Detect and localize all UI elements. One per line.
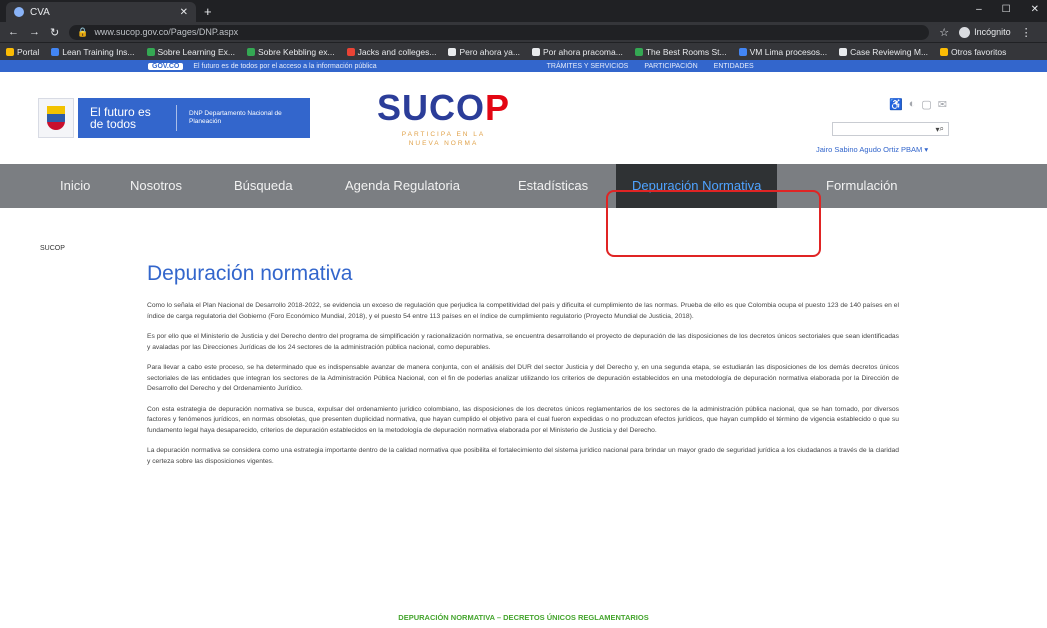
bookmark-favicon-icon [738, 47, 747, 56]
bookmark-item[interactable]: Lean Training Ins... [51, 47, 135, 57]
folder-icon [940, 47, 949, 56]
window-close-icon[interactable]: ✕ [1031, 4, 1039, 15]
back-icon[interactable]: ← [8, 26, 19, 38]
bookmark-item[interactable]: Pero ahora ya... [448, 47, 520, 57]
bookmark-item[interactable]: Por ahora pracoma... [531, 47, 623, 57]
maximize-icon[interactable]: ☐ [1002, 4, 1011, 15]
url-text: www.sucop.gov.co/Pages/DNP.aspx [94, 27, 239, 37]
nav-item-estadisticas[interactable]: Estadísticas [518, 164, 588, 208]
close-icon[interactable]: ✕ [180, 7, 188, 18]
nav-item-depuracion-normativa[interactable]: Depuración Normativa [616, 164, 778, 208]
nav-item-nosotros[interactable]: Nosotros [130, 164, 182, 208]
font-size-icon[interactable]: ▢ [921, 98, 931, 111]
dnp-banner[interactable]: El futuro es de todos DNP Departamento N… [78, 98, 310, 138]
contrast-icon[interactable]: ◐ [909, 98, 916, 111]
bookmark-item[interactable]: The Best Rooms St... [634, 47, 727, 57]
favicon-icon [14, 7, 24, 17]
window-controls: – ☐ ✕ [976, 4, 1039, 15]
paragraph: Para llevar a cabo este proceso, se ha d… [147, 364, 899, 392]
bookmark-item[interactable]: VM Lima procesos... [738, 47, 827, 57]
bookmark-item[interactable]: Jacks and colleges... [346, 47, 436, 57]
gov-link-entidades[interactable]: ENTIDADES [714, 63, 754, 70]
profile-button[interactable]: Incógnito [959, 26, 1011, 38]
page-title: Depuración normativa [147, 262, 353, 285]
gov-bar-text: El futuro es de todos por el acceso a la… [193, 62, 377, 70]
section-title: DEPURACIÓN NORMATIVA – DECRETOS ÚNICOS R… [398, 613, 649, 622]
accessibility-icon[interactable]: ♿ [889, 98, 903, 111]
breadcrumb[interactable]: SUCOP [40, 245, 65, 252]
tab-title: CVA [30, 6, 50, 18]
bookmark-item[interactable]: Portal [6, 47, 39, 57]
paragraph: La depuración normativa se considera com… [147, 447, 899, 465]
paragraph: Con esta estrategia de depuración normat… [147, 405, 899, 434]
bookmark-favicon-icon [634, 47, 643, 56]
search-icon[interactable]: ⌕ [940, 124, 944, 134]
menu-icon[interactable]: ⋮ [1021, 26, 1032, 39]
header-icons: ♿ ◐ ▢ ✉ [889, 98, 947, 111]
main-content: Depuración normativa Como lo señala el P… [147, 262, 899, 477]
nav-item-inicio[interactable]: Inicio [60, 164, 90, 208]
dnp-text: DNP Departamento Nacional de Planeación [189, 110, 282, 125]
bookmark-favicon-icon [346, 47, 355, 56]
search-input[interactable]: ▾ ⌕ [832, 122, 949, 136]
address-bar[interactable]: 🔒 www.sucop.gov.co/Pages/DNP.aspx [69, 24, 930, 40]
avatar [959, 26, 971, 38]
forward-icon[interactable]: → [29, 26, 40, 38]
mail-icon[interactable]: ✉ [938, 98, 947, 111]
gov-bar: GOV.CO El futuro es de todos por el acce… [0, 60, 1047, 72]
site-header: El futuro es de todos DNP Departamento N… [0, 72, 1047, 164]
browser-tab[interactable]: CVA ✕ [6, 2, 196, 22]
main-nav: Inicio Nosotros Búsqueda Agenda Regulato… [0, 164, 1047, 208]
search-field[interactable] [845, 124, 936, 134]
sucop-logo[interactable]: SUCOP PARTICIPA EN LA NUEVA NORMA [377, 90, 510, 148]
nav-item-formulacion[interactable]: Formulación [826, 164, 898, 208]
nav-item-agenda-regulatoria[interactable]: Agenda Regulatoria [345, 164, 460, 208]
profile-label: Incógnito [974, 27, 1011, 37]
bookmark-item[interactable]: Case Reviewing M... [839, 47, 928, 57]
bookmark-favicon-icon [531, 47, 540, 56]
bookmark-item[interactable]: Otros favoritos [940, 47, 1006, 57]
paragraph: Es por ello que el Ministerio de Justici… [147, 333, 899, 351]
minimize-icon[interactable]: – [976, 4, 982, 15]
gov-links: TRÁMITES Y SERVICIOS PARTICIPACIÓN ENTID… [547, 63, 754, 70]
gov-link-tramites[interactable]: TRÁMITES Y SERVICIOS [547, 63, 629, 70]
gov-link-participacion[interactable]: PARTICIPACIÓN [644, 63, 697, 70]
bookmark-favicon-icon [247, 47, 256, 56]
bookmark-favicon-icon [448, 47, 457, 56]
bookmarks-bar: Portal Lean Training Ins... Sobre Learni… [0, 42, 1047, 60]
reload-icon[interactable]: ↻ [50, 26, 59, 39]
folder-icon [6, 47, 14, 56]
lock-icon: 🔒 [77, 26, 89, 37]
bookmark-item[interactable]: Sobre Kebbling ex... [247, 47, 335, 57]
paragraph: Como lo señala el Plan Nacional de Desar… [147, 302, 899, 320]
bookmark-item[interactable]: Sobre Learning Ex... [146, 47, 235, 57]
user-menu[interactable]: Jairo Sabino Agudo Ortiz PBAM ▾ [816, 145, 928, 154]
coat-of-arms-icon [38, 98, 74, 138]
browser-tab-strip: CVA ✕ + – ☐ ✕ [0, 0, 1047, 22]
browser-toolbar: ← → ↻ 🔒 www.sucop.gov.co/Pages/DNP.aspx … [0, 22, 1047, 42]
bookmark-favicon-icon [146, 47, 155, 56]
star-icon[interactable]: ☆ [939, 26, 949, 39]
slogan-text: El futuro es de todos [90, 105, 151, 131]
bookmark-favicon-icon [839, 47, 848, 56]
nav-item-busqueda[interactable]: Búsqueda [234, 164, 293, 208]
new-tab-icon[interactable]: + [204, 4, 212, 19]
gov-logo[interactable]: GOV.CO [148, 62, 184, 70]
bookmark-favicon-icon [51, 47, 60, 56]
